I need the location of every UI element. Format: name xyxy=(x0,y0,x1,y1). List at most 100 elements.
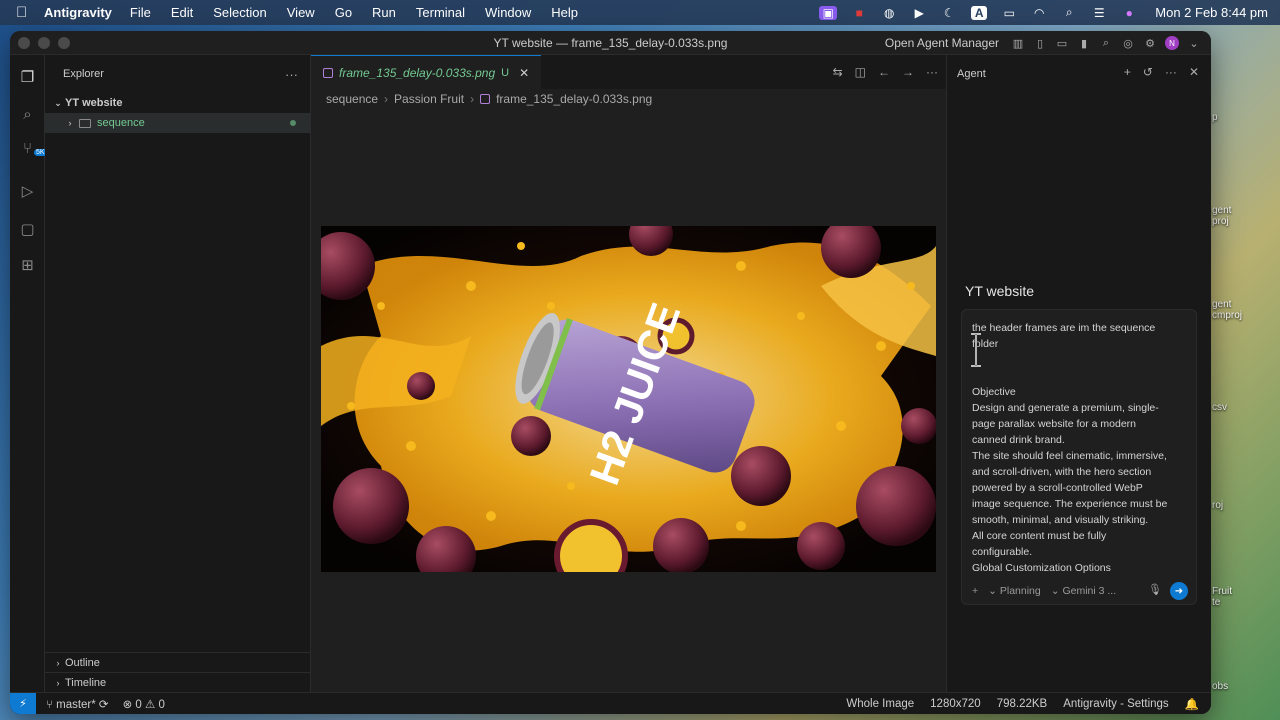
menu-clock[interactable]: Mon 2 Feb 8:44 pm xyxy=(1155,5,1268,20)
back-icon[interactable]: ← xyxy=(878,65,890,79)
bell-icon[interactable]: 🔔 xyxy=(1185,697,1199,711)
model-selector[interactable]: ⌄ Gemini 3 ... xyxy=(1051,585,1116,597)
breadcrumb-item[interactable]: sequence xyxy=(326,92,378,106)
settings-status[interactable]: Antigravity - Settings xyxy=(1063,698,1168,710)
desktop-item[interactable]: gent proj xyxy=(1212,205,1280,227)
extensions-icon[interactable]: ⊞ xyxy=(18,255,37,274)
send-button[interactable]: ➜ xyxy=(1170,582,1188,600)
prompt-text[interactable]: the header frames are im the sequence fo… xyxy=(972,320,1192,576)
mode-selector[interactable]: ⌄ Planning xyxy=(988,585,1041,597)
search-icon[interactable]: ⌕ xyxy=(1099,36,1113,50)
remote-explorer-icon[interactable]: ▢ xyxy=(18,219,37,238)
explorer-icon[interactable]: ❐ xyxy=(18,67,37,86)
desktop-item[interactable]: csv xyxy=(1212,402,1280,413)
prompt-line: image sequence. The experience must be xyxy=(972,498,1168,510)
close-icon[interactable]: ✕ xyxy=(519,66,529,80)
menu-help[interactable]: Help xyxy=(551,5,578,20)
problems-indicator[interactable]: ⊗ 0 ⚠ 0 xyxy=(123,697,165,711)
history-icon[interactable]: ↺ xyxy=(1143,65,1153,79)
more-actions-icon[interactable]: ··· xyxy=(1165,65,1177,79)
tree-root-folder[interactable]: ⌄ YT website xyxy=(45,93,310,113)
menu-selection[interactable]: Selection xyxy=(213,5,266,20)
breadcrumb-item[interactable]: frame_135_delay-0.033s.png xyxy=(496,92,652,106)
add-context-icon[interactable]: + xyxy=(972,585,978,597)
prompt-line: Design and generate a premium, single- xyxy=(972,402,1159,414)
prompt-toolbar: + ⌄ Planning ⌄ Gemini 3 ... 🎙 ➜ xyxy=(962,578,1196,604)
apple-icon[interactable]:  xyxy=(16,4,30,21)
menu-run[interactable]: Run xyxy=(372,5,396,20)
desktop-item[interactable]: obs xyxy=(1212,681,1280,692)
run-debug-icon[interactable]: ▷ xyxy=(18,181,37,200)
zoom-mode[interactable]: Whole Image xyxy=(846,698,914,710)
tree-item-sequence[interactable]: › sequence xyxy=(45,113,310,133)
menu-edit[interactable]: Edit xyxy=(171,5,193,20)
menu-go[interactable]: Go xyxy=(335,5,352,20)
editor-tab-active[interactable]: frame_135_delay-0.033s.png U ✕ xyxy=(311,55,542,89)
desktop-item[interactable]: roj xyxy=(1212,500,1280,511)
prompt-line: smooth, minimal, and visually striking. xyxy=(972,514,1149,526)
avatar[interactable]: N xyxy=(1165,36,1179,50)
chevron-right-icon: › xyxy=(56,657,60,668)
toggle-sidebar-icon[interactable]: ▯ xyxy=(1033,36,1047,50)
editor-actions: ⇆ ◫ ← → ··· xyxy=(833,55,938,89)
gear-icon[interactable]: ⚙ xyxy=(1143,36,1157,50)
play-icon[interactable]: ▶ xyxy=(911,6,927,20)
more-actions-icon[interactable]: ··· xyxy=(926,65,938,79)
toggle-secondary-sidebar-icon[interactable]: ▮ xyxy=(1077,36,1091,50)
remote-indicator-icon[interactable]: ⚡ xyxy=(10,692,36,714)
toggle-panel-icon[interactable]: ▭ xyxy=(1055,36,1069,50)
chevron-right-icon: › xyxy=(68,118,72,128)
siri-icon[interactable]: ● xyxy=(1121,6,1137,20)
git-branch[interactable]: ⑂ master* ⟳ xyxy=(46,697,109,711)
prompt-blank-line xyxy=(972,352,1192,384)
screen-record-icon[interactable]: ▣ xyxy=(819,5,838,20)
branch-label: master* xyxy=(56,698,96,711)
agent-prompt-input[interactable]: the header frames are im the sequence fo… xyxy=(961,309,1197,605)
source-control-icon[interactable]: ⑂ 5K+ xyxy=(18,139,51,158)
menu-terminal[interactable]: Terminal xyxy=(416,5,465,20)
prompt-line: Objective xyxy=(972,386,1016,398)
wifi-icon[interactable]: ◠ xyxy=(1031,6,1047,20)
split-editor-icon[interactable]: ◫ xyxy=(855,65,866,79)
prompt-line: page parallax website for a modern xyxy=(972,418,1137,430)
focus-moon-icon[interactable]: ☾ xyxy=(941,6,957,20)
microphone-icon[interactable]: 🎙 xyxy=(1148,583,1162,596)
breadcrumb: sequence › Passion Fruit › frame_135_del… xyxy=(311,89,946,109)
menu-view[interactable]: View xyxy=(287,5,315,20)
desktop-item[interactable]: p xyxy=(1212,112,1280,123)
chevron-down-icon[interactable]: ⌄ xyxy=(1187,36,1201,50)
menu-file[interactable]: File xyxy=(130,5,151,20)
agent-title: Agent xyxy=(957,68,986,80)
open-agent-manager-button[interactable]: Open Agent Manager xyxy=(885,36,999,50)
menu-window[interactable]: Window xyxy=(485,5,531,20)
browser-icon[interactable]: ◎ xyxy=(1121,36,1135,50)
breadcrumb-item[interactable]: Passion Fruit xyxy=(394,92,464,106)
menu-app-name[interactable]: Antigravity xyxy=(44,5,112,20)
control-center-icon[interactable]: ☰ xyxy=(1091,6,1107,20)
macos-menu-bar:  Antigravity File Edit Selection View G… xyxy=(0,0,1280,25)
desktop-item[interactable]: Fruit te xyxy=(1212,586,1280,608)
desktop-item-label: gent proj xyxy=(1212,205,1232,227)
updates-icon[interactable]: ◍ xyxy=(881,6,897,20)
stop-record-icon[interactable]: ■ xyxy=(851,6,867,20)
battery-icon[interactable]: ▭ xyxy=(1001,6,1017,20)
outline-section[interactable]: › Outline xyxy=(45,652,310,672)
search-icon[interactable]: ⌕ xyxy=(1061,5,1077,20)
compare-icon[interactable]: ⇆ xyxy=(833,65,843,79)
new-chat-icon[interactable]: + xyxy=(1124,65,1131,79)
keyboard-input-icon[interactable]: A xyxy=(971,5,988,20)
agent-actions: + ↺ ··· ✕ xyxy=(1124,65,1199,79)
error-count: 0 xyxy=(135,698,142,711)
desktop-item[interactable]: gent cmproj xyxy=(1212,299,1280,321)
close-icon[interactable]: ✕ xyxy=(1189,65,1199,79)
text-cursor-icon xyxy=(971,333,981,367)
more-actions-icon[interactable]: ··· xyxy=(285,67,298,82)
explorer-sidebar: Explorer ··· ⌄ YT website › sequence › O… xyxy=(45,55,311,692)
forward-icon[interactable]: → xyxy=(902,65,914,79)
outline-label: Outline xyxy=(65,656,100,669)
layout-icon[interactable]: ▥ xyxy=(1011,36,1025,50)
timeline-section[interactable]: › Timeline xyxy=(45,672,310,692)
prompt-line: The site should feel cinematic, immersiv… xyxy=(972,450,1167,462)
image-file-size: 798.22KB xyxy=(996,698,1048,710)
search-icon[interactable]: ⌕ xyxy=(18,105,37,124)
